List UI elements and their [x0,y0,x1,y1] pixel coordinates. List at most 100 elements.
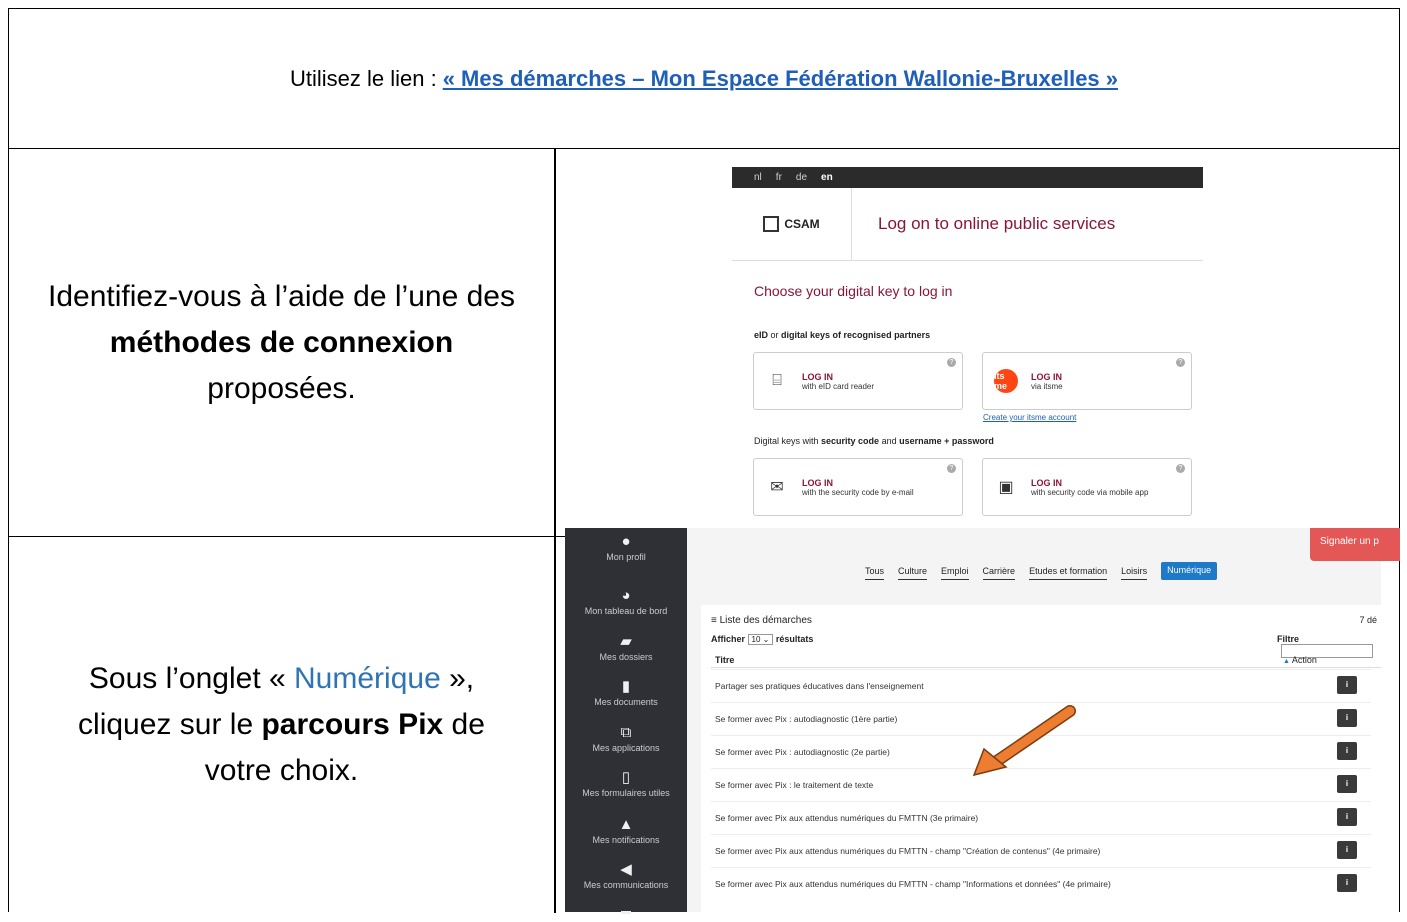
row-title: Se former avec Pix aux attendus numériqu… [715,813,979,823]
card-desc: with eID card reader [802,381,875,391]
login-mobile-app-card[interactable]: ▣ LOG IN with security code via mobile ap… [982,458,1192,516]
tab-carriere[interactable]: Carrière [982,566,1016,580]
table-row[interactable]: Se former avec Pix aux attendus numériqu… [711,834,1371,867]
table-row[interactable]: Se former avec Pix aux attendus numériqu… [711,867,1371,900]
document-icon: ▮ [621,678,631,695]
stack-icon: ▬ [621,906,631,917]
card-title: LOG IN [802,371,833,382]
folder-icon: ▰ [620,633,632,650]
tab-loisirs[interactable]: Loisirs [1121,566,1148,580]
tab-emploi[interactable]: Emploi [941,566,969,580]
row-title: Se former avec Pix : autodiagnostic (1èr… [715,714,898,724]
sub1-b: or [768,330,782,340]
lang-fr[interactable]: fr [776,172,782,183]
sidebar-item-more[interactable]: ▬ [565,902,687,922]
help-icon[interactable]: ? [1176,464,1185,473]
row-title: Se former avec Pix : autodiagnostic (2e … [715,747,890,757]
page-size: Afficher 10 ⌄ résultats [711,634,814,645]
tab-culture[interactable]: Culture [898,566,928,580]
card-desc: with the security code by e-mail [802,487,914,497]
tab-tous[interactable]: Tous [865,566,885,580]
portal-sidebar: ● Mon profil ◕ Mon tableau de bord ▰ Mes do… [565,528,687,917]
results-label: résultats [775,634,814,644]
sidebar-item-dossiers[interactable]: ▰ Mes dossiers [565,632,687,662]
sidebar-item-applications[interactable]: ⧉ Mes applications [565,723,687,753]
sidebar-item-formulaires[interactable]: ▯ Mes formulaires utiles [565,768,687,798]
row-title: Partager ses pratiques éducatives dans l… [715,681,924,691]
numerique-instruction: Sous l’onglet « Numérique », cliquez sur… [9,537,554,913]
help-icon[interactable]: ? [947,464,956,473]
csam-logo-text: CSAM [784,217,820,231]
header-divider [711,667,1381,668]
sidebar-item-notifications[interactable]: ▲ Mes notifications [565,815,687,845]
login-email-card[interactable]: ✉ LOG IN with the security code by e-mail… [753,458,963,516]
mobile-app-icon: ▣ [998,479,1014,496]
tab-numerique[interactable]: Numérique [1161,562,1218,580]
info-button[interactable]: i [1337,775,1357,793]
info-button[interactable]: i [1337,709,1357,727]
card-title: LOG IN [1031,477,1062,488]
num-text-tab: Numérique [294,662,441,695]
login-eid-card[interactable]: ⌸ LOG IN with eID card reader ? [753,352,963,410]
result-count: 7 dé [1359,615,1377,625]
info-button[interactable]: i [1337,841,1357,859]
sidebar-item-label: Mes communications [583,880,669,890]
choose-key-heading: Choose your digital key to log in [754,283,953,299]
card-desc: via itsme [1031,381,1063,391]
sub2-a: Digital keys with [754,436,822,446]
info-button[interactable]: i [1337,808,1357,826]
sidebar-item-label: Mon profil [606,552,646,562]
csam-logo-icon [763,216,780,232]
list-title-text: Liste des démarches [719,615,812,626]
security-code-section-label: Digital keys with security code and user… [754,436,994,446]
sidebar-item-label: Mes formulaires utiles [582,788,670,798]
show-label: Afficher [711,634,746,644]
info-button[interactable]: i [1337,874,1357,892]
info-button[interactable]: i [1337,676,1357,694]
sidebar-item-label: Mon tableau de bord [584,606,668,616]
sidebar-item-label: Mes notifications [592,835,660,845]
tab-etudes[interactable]: Etudes et formation [1029,566,1108,580]
lang-en[interactable]: en [821,172,833,183]
col-title[interactable]: Titre [715,655,734,665]
login-text-2: proposées. [207,372,356,405]
sidebar-item-documents[interactable]: ▮ Mes documents [565,677,687,707]
col-action[interactable]: ▲ Action [1283,655,1317,665]
language-bar: nl fr de en [732,167,1203,188]
itsme-icon: its me [994,369,1018,393]
row-title: Se former avec Pix : le traitement de te… [715,780,874,790]
sidebar-item-profil[interactable]: ● Mon profil [565,532,687,562]
column-divider [554,149,556,913]
card-desc: with security code via mobile app [1031,487,1149,497]
login-itsme-card[interactable]: its me LOG IN via itsme ? [982,352,1192,410]
dashboard-icon: ◕ [621,587,631,604]
table-row[interactable]: Se former avec Pix aux attendus numériqu… [711,801,1371,834]
page-size-select[interactable]: 10 ⌄ [747,634,774,645]
row-title: Se former avec Pix aux attendus numériqu… [715,879,1111,889]
lang-de[interactable]: de [796,172,807,183]
report-problem-button[interactable]: Signaler un p [1310,528,1400,561]
login-instruction: Identifiez-vous à l’aide de l’une des mé… [9,149,554,537]
col-action-label: Action [1291,655,1317,665]
bell-icon: ▲ [618,816,634,833]
help-icon[interactable]: ? [947,358,956,367]
login-text-bold: méthodes de connexion [109,326,454,359]
applications-icon: ⧉ [620,724,632,741]
page-size-value: 10 [751,635,761,644]
eid-section-label: eID or digital keys of recognised partne… [754,330,930,340]
help-icon[interactable]: ? [1176,358,1185,367]
category-tabs: Tous Culture Emploi Carrière Etudes et f… [865,562,1218,580]
table-row[interactable]: Partager ses pratiques éducatives dans l… [711,669,1371,702]
profile-icon: ● [621,533,631,550]
mes-demarches-link[interactable]: « Mes démarches – Mon Espace Fédération … [443,66,1118,92]
pdf-form-icon: ▯ [621,769,631,786]
info-button[interactable]: i [1337,742,1357,760]
num-text-bold: parcours Pix [261,708,444,741]
sort-icon: ▲ [1283,658,1292,665]
create-itsme-link[interactable]: Create your itsme account [983,413,1076,422]
sidebar-item-dashboard[interactable]: ◕ Mon tableau de bord [565,586,687,616]
csam-login-screenshot: nl fr de en CSAM Log on to online public… [732,167,1203,528]
sidebar-item-label: Mes applications [592,743,660,753]
lang-nl[interactable]: nl [754,172,762,183]
sidebar-item-communications[interactable]: ◀ Mes communications [565,860,687,890]
